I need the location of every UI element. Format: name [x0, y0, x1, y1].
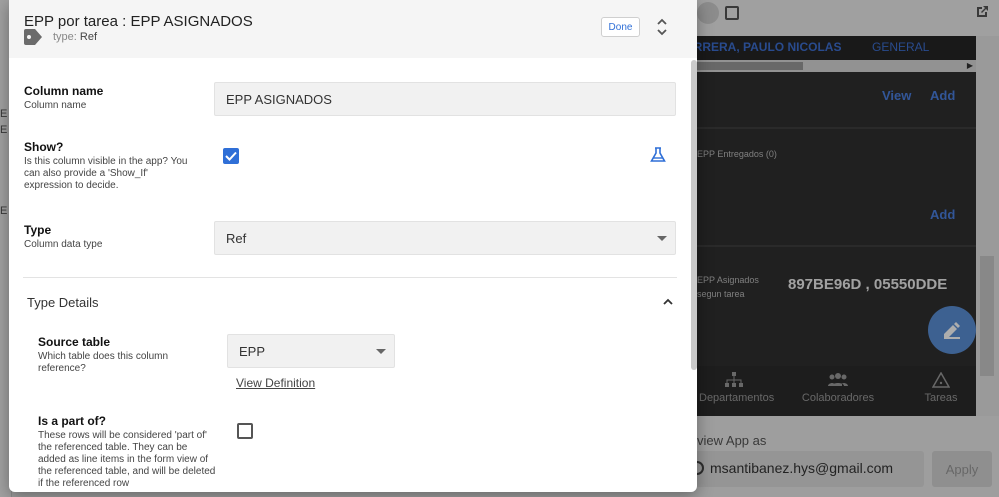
show-label: Show?	[24, 140, 64, 154]
check-icon	[225, 151, 237, 161]
column-name-value: EPP ASIGNADOS	[226, 91, 332, 107]
type-help: Column data type	[24, 239, 103, 250]
show-checkbox[interactable]	[223, 148, 239, 164]
source-table-label: Source table	[38, 335, 111, 349]
expand-collapse-icon[interactable]	[656, 17, 668, 37]
type-details-title[interactable]: Type Details	[27, 295, 99, 310]
column-name-input[interactable]: EPP ASIGNADOS	[214, 82, 676, 116]
chevron-down-icon	[657, 236, 667, 241]
dialog-title: EPP por tarea : EPP ASIGNADOS	[24, 13, 253, 30]
chevron-down-icon	[376, 349, 386, 354]
show-help: Is this column visible in the app? You c…	[24, 156, 188, 191]
chevron-up-icon[interactable]	[663, 298, 673, 306]
source-table-help: Which table does this column reference?	[38, 351, 169, 374]
type-prefix: type:	[53, 31, 77, 43]
flask-icon[interactable]	[650, 147, 666, 163]
source-table-value: EPP	[239, 343, 266, 359]
type-select[interactable]: Ref	[214, 221, 676, 255]
dialog-scrollbar[interactable]	[690, 60, 697, 480]
source-table-select[interactable]: EPP	[227, 334, 395, 368]
type-select-value: Ref	[226, 230, 247, 246]
tag-icon	[24, 29, 42, 45]
view-definition-link[interactable]: View Definition	[236, 376, 315, 390]
is-part-of-label: Is a part of?	[38, 414, 107, 428]
column-edit-dialog: EPP por tarea : EPP ASIGNADOS type: Ref …	[9, 0, 697, 492]
type-label: Type	[24, 223, 52, 237]
dialog-body: Column name Column name EPP ASIGNADOS Sh…	[9, 58, 697, 492]
dialog-header: EPP por tarea : EPP ASIGNADOS type: Ref …	[9, 0, 697, 58]
type-value: Ref	[79, 31, 98, 43]
is-part-of-checkbox[interactable]	[237, 423, 253, 439]
column-type-caption: type: Ref	[53, 31, 97, 43]
column-name-label: Column name	[24, 84, 104, 98]
dialog-scrollbar-thumb[interactable]	[691, 60, 697, 370]
section-divider	[23, 277, 677, 278]
done-button[interactable]: Done	[601, 17, 640, 37]
is-part-of-help: These rows will be considered 'part of' …	[38, 430, 216, 489]
column-name-help: Column name	[24, 100, 87, 111]
